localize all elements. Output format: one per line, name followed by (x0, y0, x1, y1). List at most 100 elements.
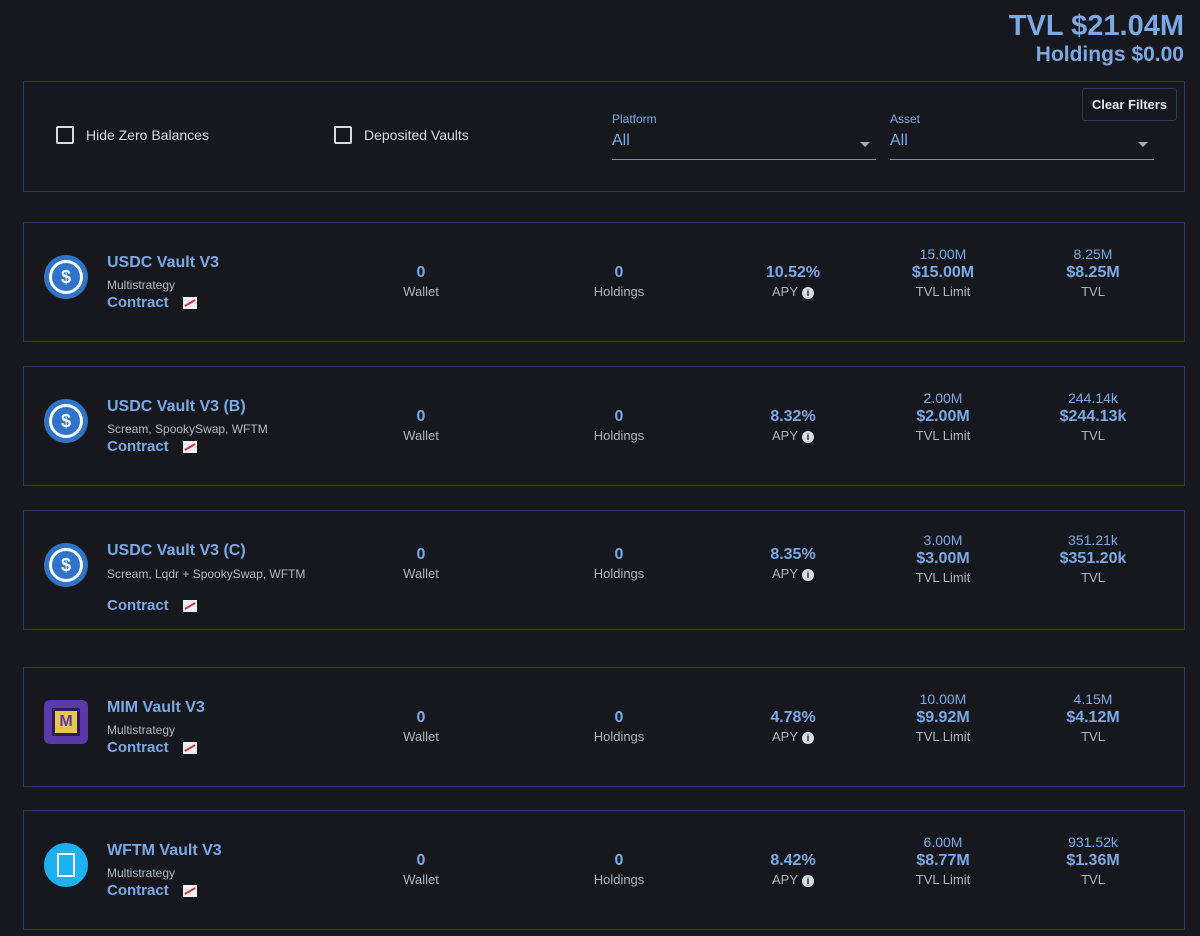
holdings-value: 0 (614, 709, 624, 726)
contract-label[interactable]: Contract (107, 294, 169, 311)
tvl-column: 244.14k $244.13k TVL (1033, 389, 1153, 445)
vault-strategy: Scream, SpookySwap, WFTM (107, 422, 268, 436)
tvl-limit-value: $9.92M (916, 709, 970, 726)
vault-name[interactable]: USDC Vault V3 (107, 254, 219, 272)
holdings-caption: Holdings (593, 284, 645, 299)
chevron-down-icon[interactable] (860, 142, 870, 147)
vault-card[interactable]: M MIM Vault V3 Multistrategy Contract 0 … (23, 667, 1185, 787)
tvl-limit-caption: TVL Limit (915, 872, 971, 887)
apy-caption: APY (771, 428, 798, 443)
platform-value[interactable]: All (612, 132, 876, 150)
tvl-limit-caption: TVL Limit (915, 284, 971, 299)
wallet-value: 0 (416, 408, 426, 425)
vault-name[interactable]: USDC Vault V3 (B) (107, 398, 246, 416)
vault-card[interactable]: $ USDC Vault V3 Multistrategy Contract 0… (23, 222, 1185, 342)
apy-value: 8.32% (770, 408, 816, 425)
info-icon[interactable]: i (802, 732, 814, 744)
vault-card[interactable]: $ USDC Vault V3 (B) Scream, SpookySwap, … (23, 366, 1185, 486)
chart-icon[interactable] (182, 884, 197, 897)
vault-name[interactable]: USDC Vault V3 (C) (107, 542, 246, 560)
asset-value[interactable]: All (890, 132, 1154, 150)
chart-icon[interactable] (182, 741, 197, 754)
holdings-caption: Holdings (593, 872, 645, 887)
contract-link[interactable]: Contract (107, 882, 197, 899)
info-icon[interactable]: i (802, 875, 814, 887)
chevron-down-icon[interactable] (1138, 142, 1148, 147)
tvl-limit-caption: TVL Limit (915, 729, 971, 744)
chart-icon[interactable] (182, 599, 197, 612)
contract-link[interactable]: Contract (107, 294, 197, 311)
tvl-raw: 244.14k (1068, 390, 1118, 406)
contract-label[interactable]: Contract (107, 739, 169, 756)
wallet-caption: Wallet (403, 284, 439, 299)
vault-strategy: Multistrategy (107, 866, 176, 880)
tvl-caption: TVL (1081, 729, 1105, 744)
tvl-limit-caption: TVL Limit (915, 570, 971, 585)
holdings-caption: Holdings (593, 729, 645, 744)
holdings-caption: Holdings (593, 566, 645, 581)
tvl-limit-raw: 15.00M (919, 246, 967, 262)
tvl-limit-value: $8.77M (916, 852, 970, 869)
checkbox-box[interactable] (56, 126, 74, 144)
deposited-vaults-label: Deposited Vaults (364, 127, 469, 143)
apy-value: 10.52% (765, 264, 821, 281)
hide-zero-balances-label: Hide Zero Balances (86, 127, 209, 143)
wallet-column: 0 Wallet (371, 851, 471, 889)
holdings-column: 0 Holdings (569, 407, 669, 445)
usdc-icon: $ (44, 543, 88, 587)
total-holdings: Holdings $0.00 (1035, 43, 1184, 66)
vault-strategy: Multistrategy (107, 278, 176, 292)
contract-label[interactable]: Contract (107, 882, 169, 899)
clear-filters-button[interactable]: Clear Filters (1082, 88, 1177, 121)
contract-link[interactable]: Contract (107, 597, 197, 614)
filter-panel: Hide Zero Balances Deposited Vaults Plat… (23, 81, 1185, 192)
platform-select[interactable]: Platform All (612, 112, 876, 160)
mim-icon: M (44, 700, 88, 744)
holdings-value: 0 (614, 264, 624, 281)
tvl-column: 8.25M $8.25M TVL (1033, 245, 1153, 301)
contract-label[interactable]: Contract (107, 597, 169, 614)
tvl-limit-column: 2.00M $2.00M TVL Limit (883, 389, 1003, 445)
hide-zero-balances-checkbox[interactable]: Hide Zero Balances (56, 126, 209, 144)
tvl-value: $244.13k (1059, 408, 1127, 425)
info-icon[interactable]: i (802, 569, 814, 581)
tvl-limit-value: $3.00M (916, 550, 970, 567)
wallet-caption: Wallet (403, 428, 439, 443)
tvl-limit-raw: 10.00M (919, 691, 967, 707)
wallet-caption: Wallet (403, 566, 439, 581)
apy-column: 10.52% APY i (733, 263, 853, 301)
chart-icon[interactable] (182, 440, 197, 453)
vault-name[interactable]: MIM Vault V3 (107, 699, 205, 717)
usdc-icon: $ (44, 399, 88, 443)
contract-link[interactable]: Contract (107, 438, 197, 455)
tvl-limit-value: $2.00M (916, 408, 970, 425)
contract-label[interactable]: Contract (107, 438, 169, 455)
total-tvl: TVL $21.04M (1008, 10, 1184, 42)
deposited-vaults-checkbox[interactable]: Deposited Vaults (334, 126, 469, 144)
info-icon[interactable]: i (802, 431, 814, 443)
tvl-limit-value: $15.00M (911, 264, 975, 281)
tvl-limit-caption: TVL Limit (915, 428, 971, 443)
holdings-value: 0 (614, 408, 624, 425)
tvl-limit-column: 10.00M $9.92M TVL Limit (883, 690, 1003, 746)
vault-strategy: Scream, Lqdr + SpookySwap, WFTM (107, 567, 306, 581)
info-icon[interactable]: i (802, 287, 814, 299)
contract-link[interactable]: Contract (107, 739, 197, 756)
chart-icon[interactable] (182, 296, 197, 309)
apy-value: 8.35% (770, 546, 816, 563)
tvl-raw: 4.15M (1073, 691, 1113, 707)
tvl-column: 931.52k $1.36M TVL (1033, 833, 1153, 889)
holdings-caption: Holdings (593, 428, 645, 443)
holdings-column: 0 Holdings (569, 263, 669, 301)
vault-card[interactable]: WFTM Vault V3 Multistrategy Contract 0 W… (23, 810, 1185, 930)
wallet-value: 0 (416, 264, 426, 281)
checkbox-box[interactable] (334, 126, 352, 144)
tvl-value: $4.12M (1066, 709, 1120, 726)
wallet-value: 0 (416, 709, 426, 726)
tvl-column: 351.21k $351.20k TVL (1033, 531, 1153, 587)
vault-name[interactable]: WFTM Vault V3 (107, 842, 222, 860)
tvl-limit-column: 15.00M $15.00M TVL Limit (883, 245, 1003, 301)
tvl-limit-column: 6.00M $8.77M TVL Limit (883, 833, 1003, 889)
vault-card[interactable]: $ USDC Vault V3 (C) Scream, Lqdr + Spook… (23, 510, 1185, 630)
tvl-raw: 351.21k (1068, 532, 1118, 548)
